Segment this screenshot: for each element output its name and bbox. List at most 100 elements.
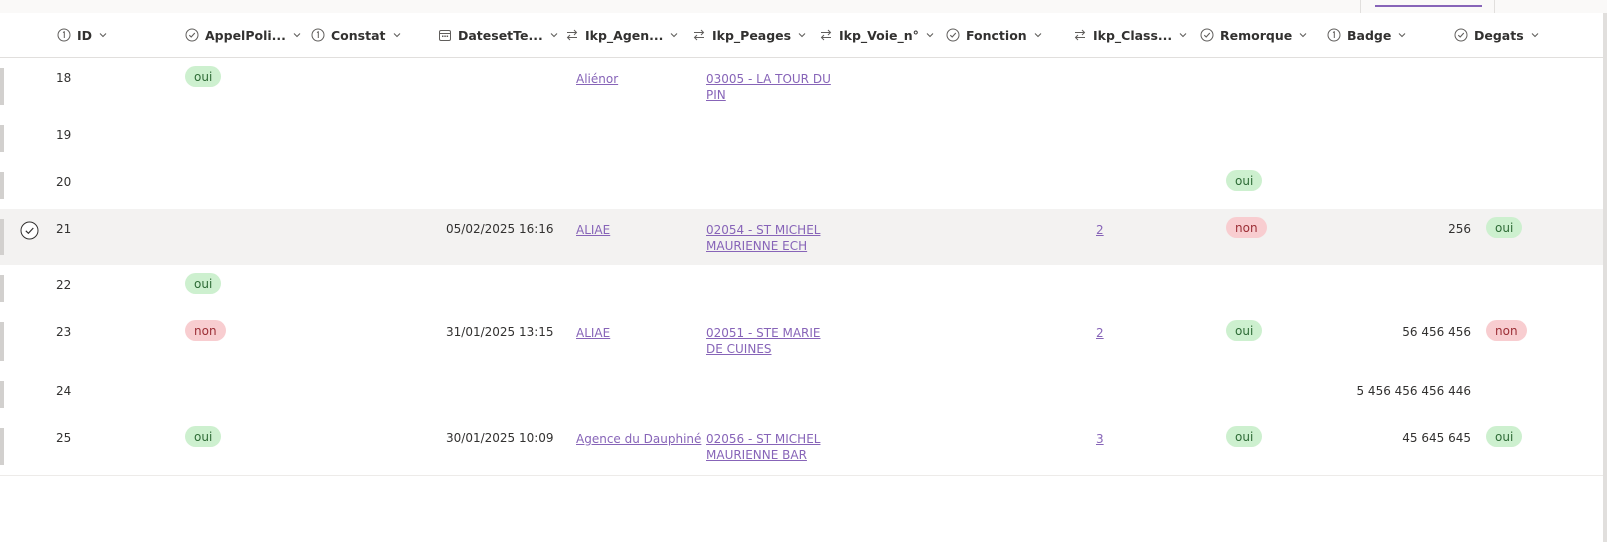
link-peage-line2[interactable]: MAURIENNE ECH	[706, 238, 820, 254]
column-header-ikp-voie-n[interactable]: Ikp_Voie_n°	[819, 13, 935, 57]
cell-id: 24	[56, 384, 72, 398]
link-agence[interactable]: ALIAE	[576, 222, 610, 238]
cell-badge: 56 456 456	[1402, 325, 1471, 339]
tab-divider	[1494, 0, 1495, 13]
row-grip[interactable]	[0, 125, 4, 152]
chevron-down-icon[interactable]	[1530, 30, 1540, 40]
row-selected-check-icon[interactable]	[20, 221, 39, 240]
column-header-label: Constat	[331, 27, 386, 43]
column-header-ikp-agen[interactable]: Ikp_Agen...	[565, 13, 679, 57]
lookup-arrows-icon	[819, 28, 833, 42]
link-peage[interactable]: 02051 - STE MARIE DE CUINES	[706, 325, 821, 357]
table-row[interactable]: 25 oui 30/01/2025 10:09 Agence du Dauphiné 0…	[0, 418, 1607, 476]
check-circle-icon	[1200, 28, 1214, 42]
link-peage-line1[interactable]: 02056 - ST MICHEL	[706, 431, 820, 447]
cell-id: 22	[56, 278, 72, 292]
cell-appelpoli-badge: non	[185, 320, 226, 341]
cell-id: 25	[56, 431, 72, 445]
table-row[interactable]: 24 5 456 456 456 446	[0, 371, 1607, 419]
table-row[interactable]: 23 non 31/01/2025 13:15 ALIAE 02051 - STE MA…	[0, 312, 1607, 372]
row-grip[interactable]	[0, 68, 4, 105]
link-peage[interactable]: 03005 - LA TOUR DU PIN	[706, 71, 831, 103]
row-grip[interactable]	[0, 172, 4, 199]
cell-remorque-badge: oui	[1226, 170, 1263, 191]
row-grip[interactable]	[0, 381, 4, 408]
top-tab-strip	[0, 0, 1607, 13]
cell-appelpoli-badge: oui	[185, 426, 222, 447]
calendar-icon	[438, 28, 452, 42]
column-header-remorque[interactable]: Remorque	[1200, 13, 1308, 57]
vertical-scrollbar[interactable]	[1603, 13, 1607, 542]
column-header-label: Ikp_Peages	[712, 27, 792, 43]
link-classe[interactable]: 3	[1096, 431, 1104, 447]
column-header-ikp-peages[interactable]: Ikp_Peages	[692, 13, 807, 57]
lookup-arrows-icon	[565, 28, 579, 42]
row-grip[interactable]	[0, 219, 4, 255]
chevron-down-icon[interactable]	[549, 30, 559, 40]
chevron-down-icon[interactable]	[392, 30, 402, 40]
chevron-down-icon[interactable]	[292, 30, 302, 40]
cell-id: 23	[56, 325, 72, 339]
row-grip[interactable]	[0, 322, 4, 361]
cell-badge: 256	[1448, 222, 1471, 236]
grid-header: ID AppelPoli... Constat DatesetTe... Ikp_Age…	[0, 13, 1607, 58]
row-grip[interactable]	[0, 275, 4, 302]
link-peage-line1[interactable]: 02051 - STE MARIE	[706, 325, 821, 341]
chevron-down-icon[interactable]	[1298, 30, 1308, 40]
chevron-down-icon[interactable]	[1033, 30, 1043, 40]
cell-id: 20	[56, 175, 72, 189]
table-row[interactable]: 18 oui Aliénor 03005 - LA TOUR DU PIN	[0, 58, 1607, 116]
column-header-degats[interactable]: Degats	[1454, 13, 1540, 57]
link-peage[interactable]: 02054 - ST MICHEL MAURIENNE ECH	[706, 222, 820, 254]
column-header-label: Badge	[1347, 27, 1392, 43]
number-icon	[311, 28, 325, 42]
column-header-label: Ikp_Agen...	[585, 27, 664, 43]
column-header-badge[interactable]: Badge	[1327, 13, 1407, 57]
column-header-label: DatesetTe...	[458, 27, 543, 43]
table-row[interactable]: 22 oui	[0, 265, 1607, 313]
column-header-label: Ikp_Class...	[1093, 27, 1173, 43]
link-peage-line1[interactable]: 02054 - ST MICHEL	[706, 222, 820, 238]
table-row[interactable]: 19	[0, 115, 1607, 163]
link-peage-line2[interactable]: MAURIENNE BAR	[706, 447, 820, 463]
cell-appelpoli-badge: oui	[185, 66, 222, 87]
cell-id: 19	[56, 128, 72, 142]
lookup-arrows-icon	[1073, 28, 1087, 42]
chevron-down-icon[interactable]	[669, 30, 679, 40]
column-header-label: Remorque	[1220, 27, 1293, 43]
column-header-datesette[interactable]: DatesetTe...	[438, 13, 559, 57]
chevron-down-icon[interactable]	[1178, 30, 1188, 40]
chevron-down-icon[interactable]	[1397, 30, 1407, 40]
column-header-constat[interactable]: Constat	[311, 13, 402, 57]
column-header-fonction[interactable]: Fonction	[946, 13, 1043, 57]
table-row[interactable]: 20 oui	[0, 162, 1607, 210]
cell-degats-badge: oui	[1486, 426, 1523, 447]
column-header-label: Fonction	[966, 27, 1027, 43]
link-peage[interactable]: 02056 - ST MICHEL MAURIENNE BAR	[706, 431, 820, 463]
row-grip[interactable]	[0, 428, 4, 465]
link-classe[interactable]: 2	[1096, 222, 1104, 238]
cell-remorque-badge: oui	[1226, 426, 1263, 447]
column-header-appelpoli[interactable]: AppelPoli...	[185, 13, 302, 57]
column-header-id[interactable]: ID	[57, 13, 108, 57]
cell-remorque-badge: oui	[1226, 320, 1263, 341]
link-agence[interactable]: Agence du Dauphiné	[576, 431, 701, 447]
chevron-down-icon[interactable]	[797, 30, 807, 40]
link-agence[interactable]: Aliénor	[576, 71, 618, 87]
cell-id: 21	[56, 222, 72, 236]
chevron-down-icon[interactable]	[98, 30, 108, 40]
column-header-label: ID	[77, 27, 93, 43]
link-peage-line2[interactable]: PIN	[706, 87, 831, 103]
link-agence[interactable]: ALIAE	[576, 325, 610, 341]
link-peage-line2[interactable]: DE CUINES	[706, 341, 821, 357]
table-row[interactable]: 21 05/02/2025 16:16 ALIAE 02054 - ST MICHEL…	[0, 209, 1607, 266]
check-circle-icon	[946, 28, 960, 42]
chevron-down-icon[interactable]	[925, 30, 935, 40]
number-icon	[1327, 28, 1341, 42]
cell-badge: 45 645 645	[1402, 431, 1471, 445]
link-classe[interactable]: 2	[1096, 325, 1104, 341]
link-peage-line1[interactable]: 03005 - LA TOUR DU	[706, 71, 831, 87]
column-header-ikp-class[interactable]: Ikp_Class...	[1073, 13, 1188, 57]
cell-degats-badge: oui	[1486, 217, 1523, 238]
active-tab-indicator[interactable]	[1375, 5, 1482, 7]
